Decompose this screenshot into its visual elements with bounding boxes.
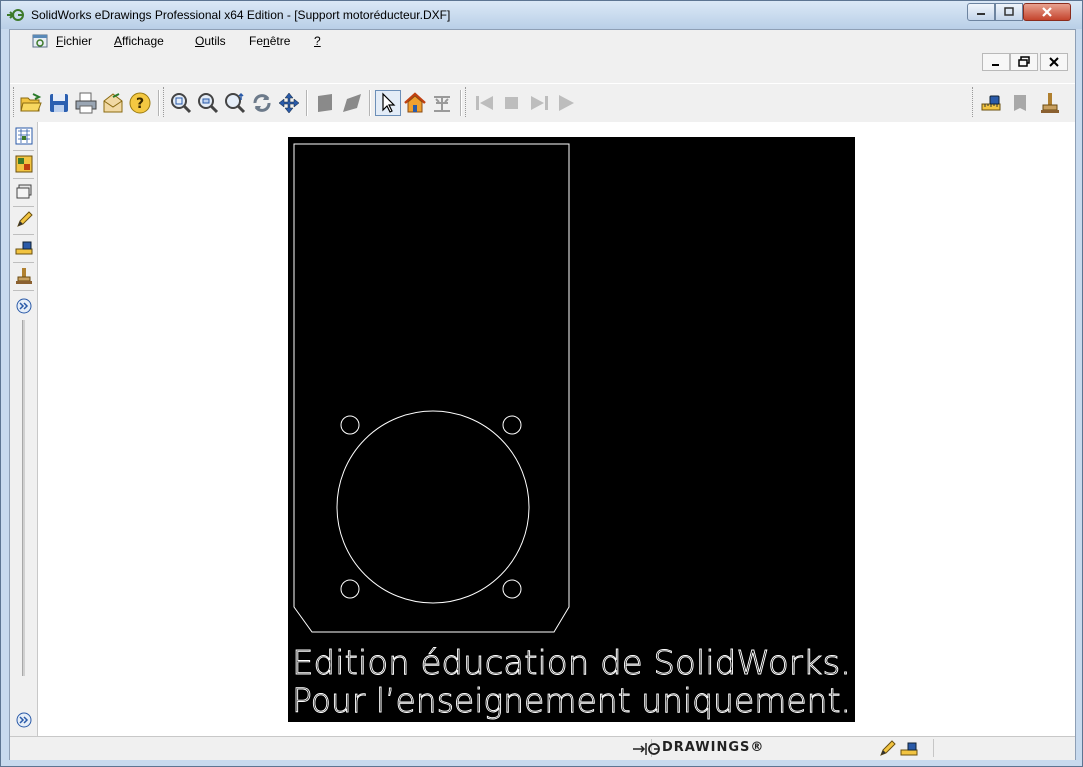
markup-pen-icon[interactable] — [878, 740, 896, 758]
perspective-icon[interactable] — [339, 90, 365, 116]
measure-icon[interactable] — [14, 238, 34, 258]
menu-affichage-label: ffichage — [122, 34, 164, 48]
window-title: SolidWorks eDrawings Professional x64 Ed… — [31, 8, 451, 22]
stop-icon[interactable] — [499, 90, 525, 116]
play-icon[interactable] — [553, 90, 579, 116]
menu-affichage[interactable]: Affichage — [114, 34, 164, 48]
maximize-icon — [1004, 7, 1014, 16]
stamp-icon[interactable] — [14, 266, 34, 286]
brand-label: DRAWINGS® — [662, 740, 765, 755]
markup-icon[interactable] — [429, 90, 455, 116]
select-icon[interactable] — [375, 90, 401, 116]
toolbar-separator — [158, 90, 160, 116]
home-icon[interactable] — [402, 90, 428, 116]
menu-help[interactable]: ? — [314, 34, 321, 48]
print-icon[interactable] — [73, 90, 99, 116]
zoom-fit-icon[interactable] — [168, 90, 194, 116]
minimize-icon — [992, 64, 999, 66]
mount-hole-bottom-right — [502, 579, 522, 599]
left-sidebar — [10, 122, 38, 736]
pan-icon[interactable] — [276, 90, 302, 116]
menu-fenetre[interactable]: Fenêtre — [249, 34, 290, 48]
menu-fichier-label: ichier — [63, 34, 93, 48]
menu-help-label: ? — [314, 34, 321, 48]
mount-hole-bottom-left — [340, 579, 360, 599]
toolbar-separator — [460, 90, 462, 116]
sidebar-separator — [13, 234, 34, 235]
svg-text:?: ? — [136, 96, 144, 112]
sidebar-separator — [13, 262, 34, 263]
client-area: Fichier Affichage Outils Fenêtre ? ? Edi… — [9, 29, 1076, 760]
mount-hole-top-right — [502, 415, 522, 435]
status-divider — [932, 739, 934, 757]
document-system-menu-icon[interactable] — [32, 33, 48, 49]
zoom-in-out-icon[interactable] — [222, 90, 248, 116]
stamp-icon[interactable] — [1037, 90, 1063, 116]
drawing-svg: Edition éducation de SolidWorks. Pour l’… — [292, 143, 851, 720]
toolbar-separator — [306, 90, 308, 116]
menu-fichier[interactable]: Fichier — [56, 34, 92, 48]
support-outline — [293, 143, 570, 633]
status-bar: DRAWINGS® — [10, 736, 1075, 760]
components-icon[interactable] — [14, 154, 34, 174]
close-icon — [1042, 7, 1052, 17]
sidebar-separator — [13, 206, 34, 207]
window-minimize-button[interactable] — [967, 3, 995, 21]
toolbar-grip[interactable] — [972, 87, 976, 117]
markup-pen-icon[interactable] — [14, 210, 34, 230]
watermark-line-2: Pour l’enseignement uniquement. — [292, 681, 851, 720]
mdi-restore-button[interactable] — [1010, 53, 1038, 71]
mdi-minimize-button[interactable] — [982, 53, 1010, 71]
toolbar-grip[interactable] — [465, 87, 469, 117]
help-icon[interactable]: ? — [127, 90, 153, 116]
window-maximize-button[interactable] — [995, 3, 1023, 21]
title-bar[interactable]: SolidWorks eDrawings Professional x64 Ed… — [1, 1, 1082, 29]
toolbar-separator — [369, 90, 371, 116]
save-icon[interactable] — [46, 90, 72, 116]
app-window: SolidWorks eDrawings Professional x64 Ed… — [0, 0, 1083, 767]
next-frame-icon[interactable] — [526, 90, 552, 116]
toolbar-grip[interactable] — [13, 87, 17, 117]
drawing-viewport[interactable]: Edition éducation de SolidWorks. Pour l’… — [38, 122, 1075, 736]
close-icon — [1049, 57, 1059, 67]
menu-outils[interactable]: Outils — [195, 34, 226, 48]
stamp-gray-icon[interactable] — [1007, 90, 1033, 116]
edrawings-logo-icon — [633, 743, 660, 755]
open-icon[interactable] — [18, 90, 44, 116]
sidebar-separator — [13, 178, 34, 179]
shaded-icon[interactable] — [312, 90, 338, 116]
sidebar-splitter[interactable] — [22, 320, 25, 676]
rotate-icon[interactable] — [249, 90, 275, 116]
zoom-area-icon[interactable] — [195, 90, 221, 116]
first-frame-icon[interactable] — [472, 90, 498, 116]
menu-fenetre-label-a: Fe — [249, 34, 264, 48]
watermark-line-1: Edition éducation de SolidWorks. — [292, 643, 851, 682]
mount-hole-top-left — [340, 415, 360, 435]
dxf-drawing-sheet[interactable]: Edition éducation de SolidWorks. Pour l’… — [288, 137, 855, 722]
measure-icon[interactable] — [978, 90, 1004, 116]
toolbar-grip[interactable] — [163, 87, 167, 117]
menu-bar: Fichier Affichage Outils Fenêtre ? — [10, 30, 1075, 52]
sidebar-separator — [13, 150, 34, 151]
menu-fenetre-label-b: être — [269, 34, 291, 48]
send-mail-icon[interactable] — [100, 90, 126, 116]
main-toolbar: ? — [10, 83, 1075, 122]
sidebar-separator — [13, 290, 34, 291]
edrawings-app-icon[interactable] — [6, 6, 24, 24]
motor-bore-circle — [336, 410, 530, 604]
mdi-close-button[interactable] — [1040, 53, 1068, 71]
measure-icon[interactable] — [900, 741, 920, 757]
restore-icon — [1018, 56, 1030, 67]
minimize-icon — [977, 13, 985, 15]
layers-icon[interactable] — [14, 182, 34, 202]
menu-outils-label: utils — [204, 34, 226, 48]
expand-icon[interactable] — [14, 296, 34, 316]
expand-icon[interactable] — [14, 710, 34, 730]
sheets-icon[interactable] — [14, 126, 34, 146]
window-close-button[interactable] — [1023, 3, 1071, 21]
